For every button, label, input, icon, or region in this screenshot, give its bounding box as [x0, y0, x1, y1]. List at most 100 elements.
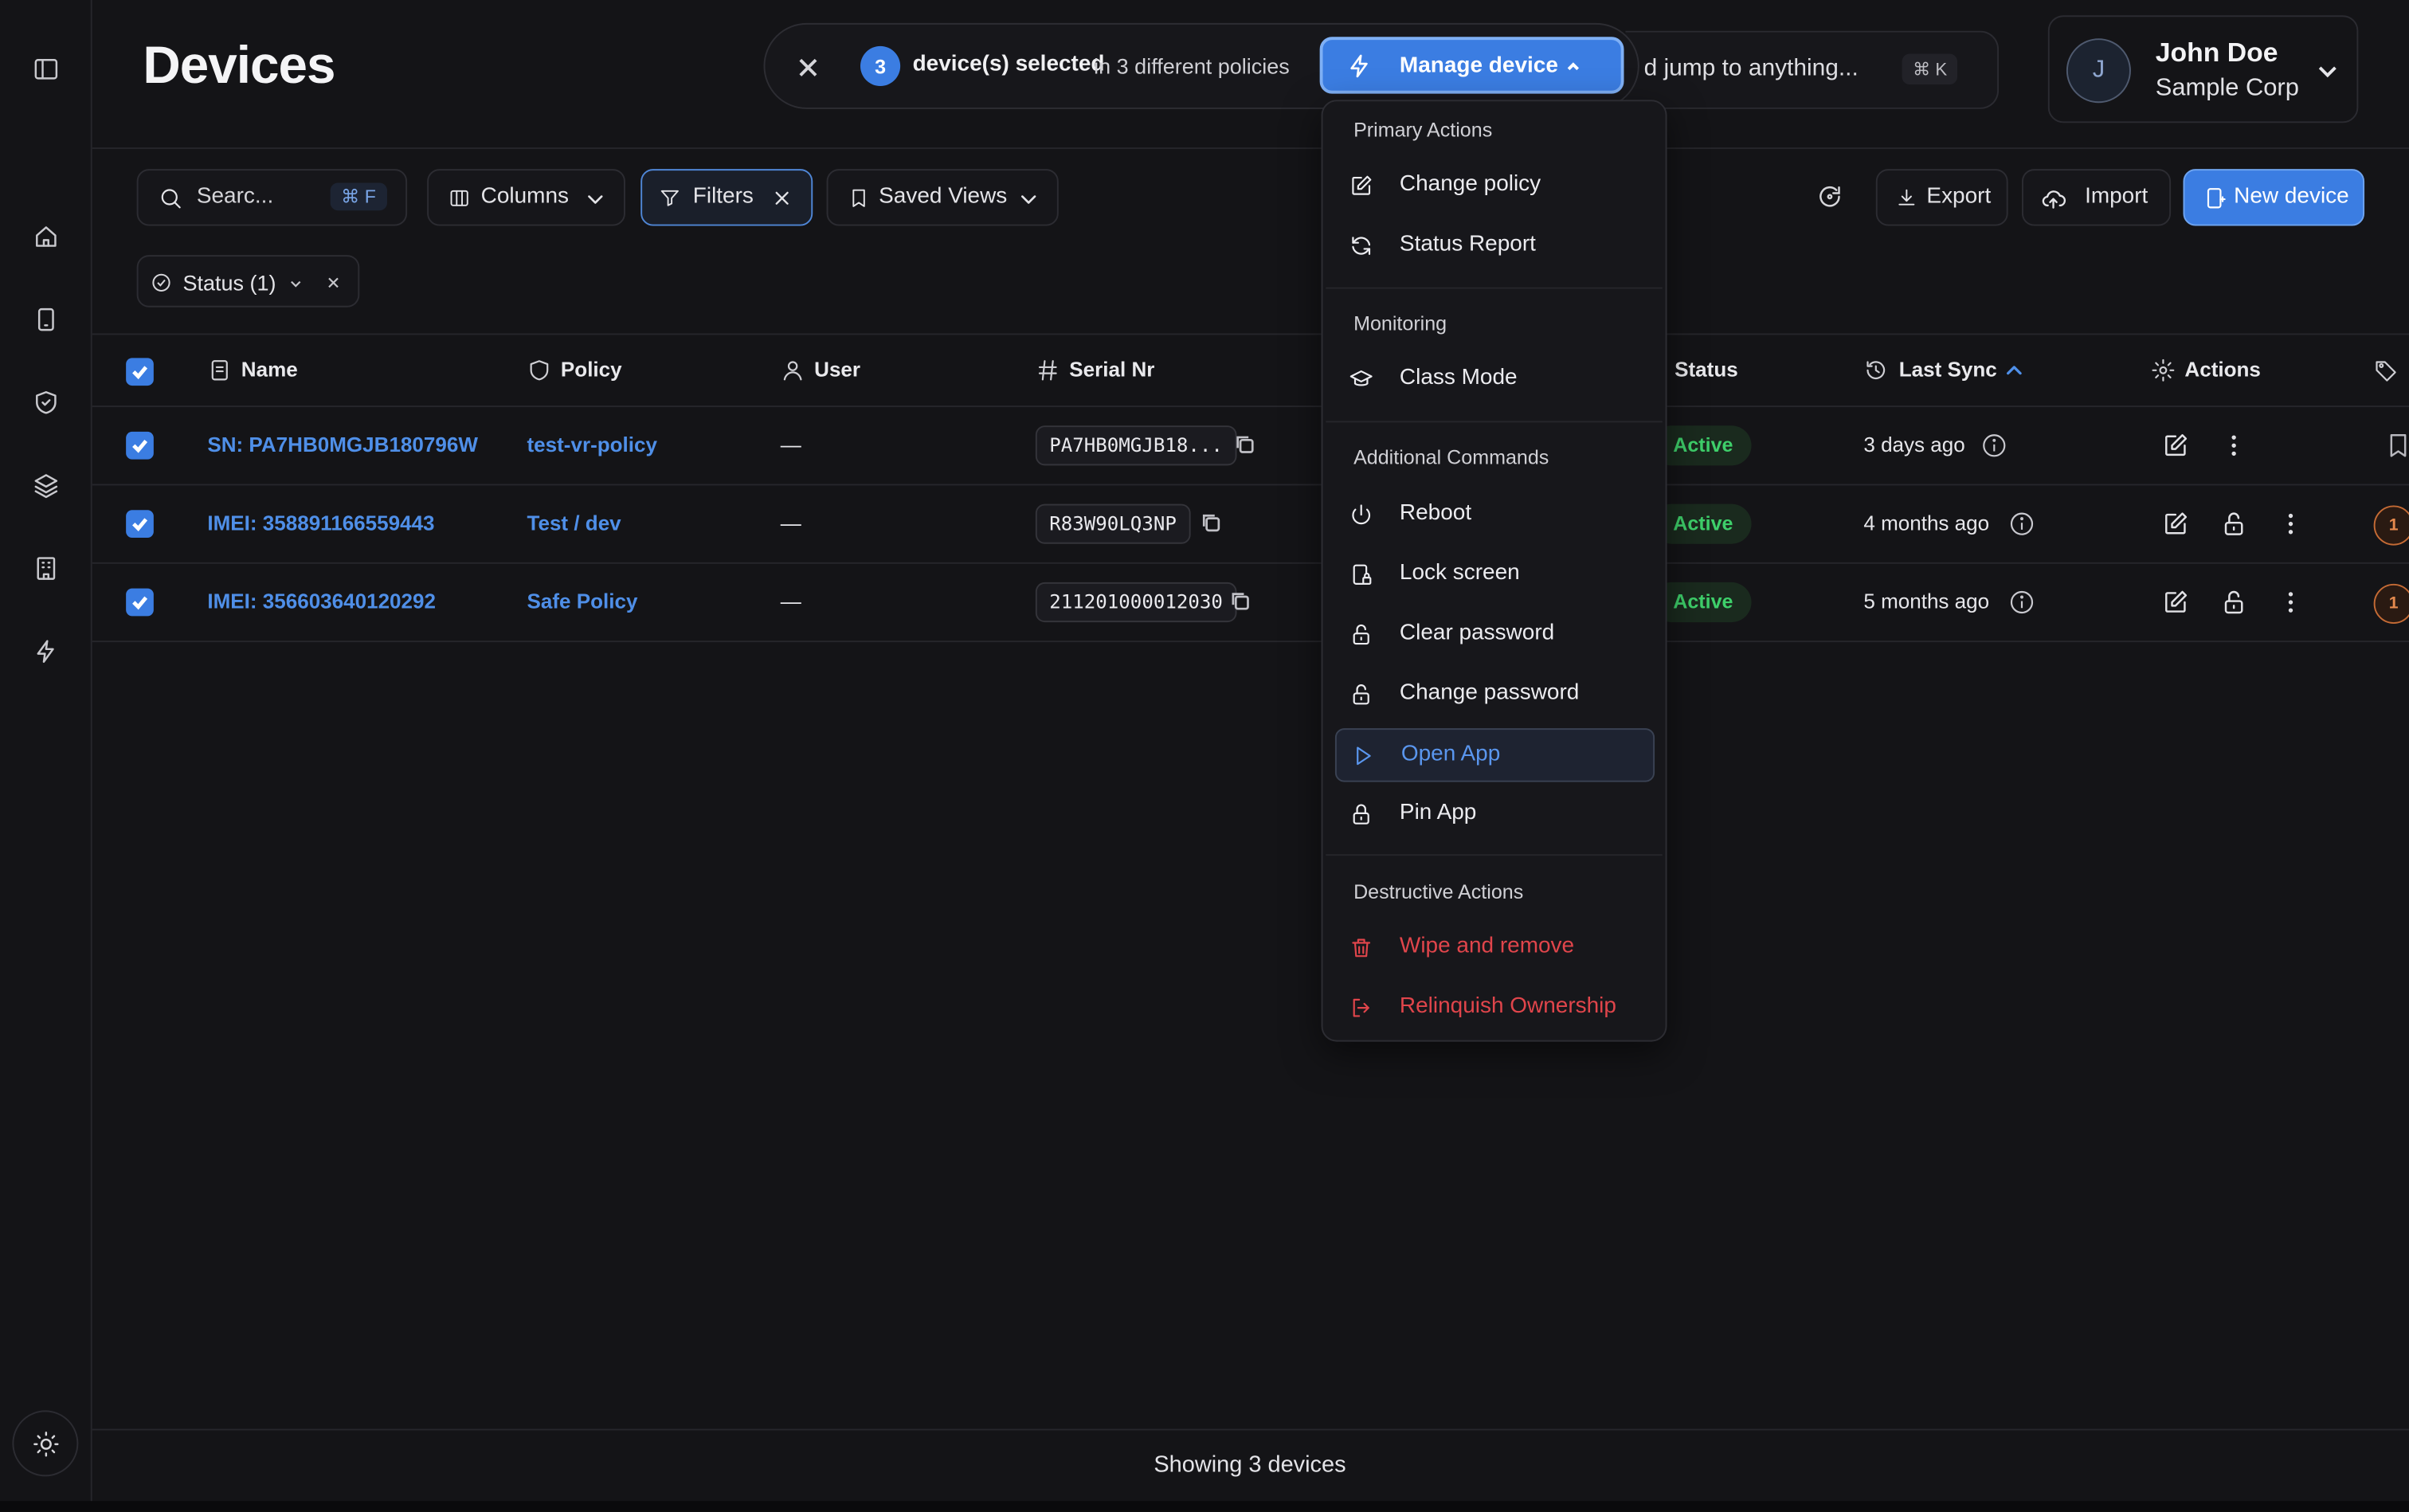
new-device-button[interactable]: New device	[2183, 169, 2365, 226]
menu-item-relinquish-ownership[interactable]: Relinquish Ownership	[1335, 981, 1655, 1036]
table-row[interactable]: SN: PA7HB0MGJB180796W test-vr-policy — P…	[92, 407, 2409, 486]
column-header-name[interactable]: Name	[241, 358, 298, 381]
column-header-status[interactable]: Status	[1675, 358, 1738, 381]
menu-item-label: Change policy	[1399, 171, 1541, 197]
status-filter-chip[interactable]: Status (1)	[136, 255, 360, 307]
user-menu[interactable]: J John Doe Sample Corp	[2047, 15, 2359, 123]
search-input[interactable]: Searc... ⌘ F	[136, 169, 408, 226]
more-vertical-icon[interactable]	[2220, 432, 2248, 460]
footer-count-text: Showing 3 devices	[1154, 1451, 1346, 1479]
filters-button[interactable]: Filters	[640, 169, 813, 226]
policy-link[interactable]: Safe Policy	[527, 590, 637, 613]
table-row[interactable]: IMEI: 356603640120292 Safe Policy — 2112…	[92, 564, 2409, 643]
lightning-icon	[1346, 53, 1373, 80]
selected-policies-text: in 3 different policies	[1094, 53, 1290, 79]
saved-views-button[interactable]: Saved Views	[826, 169, 1059, 226]
chevron-down-icon[interactable]	[289, 276, 303, 290]
footer-divider	[92, 1428, 2409, 1431]
command-search[interactable]: d jump to anything... ⌘ K	[1625, 30, 2000, 109]
column-header-user[interactable]: User	[814, 358, 860, 381]
menu-item-open-app[interactable]: Open App	[1334, 728, 1655, 782]
lock-open-icon[interactable]	[2220, 510, 2248, 538]
policy-link[interactable]: Test / dev	[527, 511, 621, 535]
info-icon[interactable]	[2008, 589, 2036, 617]
lightning-icon[interactable]	[28, 633, 65, 670]
sort-ascending-chevron-up-icon[interactable]	[2002, 358, 2027, 382]
edit-icon[interactable]	[2161, 510, 2189, 538]
command-search-shortcut: ⌘ K	[1902, 53, 1958, 85]
avatar: J	[2066, 38, 2131, 104]
user-name: John Doe	[2155, 37, 2278, 68]
menu-item-wipe-and-remove[interactable]: Wipe and remove	[1335, 922, 1655, 976]
info-icon[interactable]	[1980, 432, 2008, 460]
clear-filters-close-icon[interactable]	[774, 190, 789, 206]
menu-divider	[1326, 854, 1663, 856]
column-header-last-sync[interactable]: Last Sync	[1899, 358, 1997, 381]
gear-icon	[2151, 358, 2176, 382]
menu-item-reboot[interactable]: Reboot	[1335, 488, 1655, 542]
lock-open-icon[interactable]	[2220, 589, 2248, 617]
menu-item-status-report[interactable]: Status Report	[1335, 220, 1655, 273]
manage-device-button[interactable]: Manage device	[1319, 37, 1624, 94]
shield-icon[interactable]	[28, 384, 65, 421]
device-name-link[interactable]: IMEI: 356603640120292	[207, 590, 436, 613]
copy-icon[interactable]	[1234, 433, 1255, 455]
menu-item-change-policy[interactable]: Change policy	[1335, 160, 1655, 213]
file-icon	[207, 358, 232, 382]
play-icon	[1350, 743, 1375, 768]
more-vertical-icon[interactable]	[2277, 589, 2305, 617]
row-checkbox[interactable]	[126, 510, 154, 538]
more-vertical-icon[interactable]	[2277, 510, 2305, 538]
menu-item-pin-app[interactable]: Pin App	[1335, 788, 1655, 841]
policy-link[interactable]: test-vr-policy	[527, 433, 657, 456]
column-header-serial[interactable]: Serial Nr	[1069, 358, 1154, 381]
copy-icon[interactable]	[1200, 511, 1221, 533]
search-icon	[161, 189, 181, 209]
device-name-link[interactable]: SN: PA7HB0MGJB180796W	[207, 433, 478, 456]
menu-section-destructive: Destructive Actions	[1353, 880, 1524, 903]
select-all-checkbox[interactable]	[126, 358, 154, 386]
import-button[interactable]: Import	[2021, 169, 2172, 226]
chevron-down-icon	[1021, 195, 1036, 204]
device-name-link[interactable]: IMEI: 358891166559443	[207, 511, 434, 535]
menu-item-clear-password[interactable]: Clear password	[1335, 609, 1655, 662]
refresh-icon[interactable]	[1816, 182, 1847, 213]
table-row[interactable]: IMEI: 358891166559443 Test / dev — R83W9…	[92, 485, 2409, 564]
copy-icon[interactable]	[1229, 590, 1251, 612]
refresh-icon	[1349, 233, 1373, 258]
clear-selection-close-icon[interactable]	[789, 49, 826, 86]
menu-item-class-mode[interactable]: Class Mode	[1335, 354, 1655, 407]
info-icon[interactable]	[2008, 510, 2036, 538]
page-title: Devices	[143, 37, 335, 96]
user-cell: —	[780, 590, 801, 613]
home-icon[interactable]	[28, 218, 65, 255]
layers-icon[interactable]	[28, 467, 65, 503]
menu-item-label: Class Mode	[1399, 365, 1518, 390]
export-label: Export	[1926, 184, 1992, 210]
row-checkbox[interactable]	[126, 431, 154, 460]
tag-count-badge[interactable]: 1	[2373, 583, 2409, 624]
selected-label: device(s) selected	[912, 52, 1105, 77]
device-icon[interactable]	[28, 301, 65, 338]
menu-item-lock-screen[interactable]: Lock screen	[1335, 548, 1655, 601]
remove-filter-close-icon[interactable]	[327, 276, 339, 288]
column-header-policy[interactable]: Policy	[561, 358, 622, 381]
toggle-sidebar-icon[interactable]	[28, 51, 65, 88]
filters-label: Filters	[692, 184, 754, 210]
manage-device-menu: Primary Actions Change policy Status Rep…	[1321, 100, 1667, 1042]
menu-item-label: Pin App	[1399, 800, 1477, 825]
columns-button[interactable]: Columns	[427, 169, 625, 226]
edit-icon[interactable]	[2161, 432, 2189, 460]
menu-item-change-password[interactable]: Change password	[1335, 668, 1655, 722]
user-org: Sample Corp	[2155, 75, 2299, 102]
export-button[interactable]: Export	[1875, 169, 2008, 226]
user-cell: —	[780, 433, 801, 456]
status-filter-label: Status (1)	[182, 270, 276, 296]
tag-count-badge[interactable]: 1	[2373, 505, 2409, 546]
edit-icon[interactable]	[2161, 589, 2189, 617]
building-icon[interactable]	[28, 550, 65, 586]
row-checkbox[interactable]	[126, 588, 154, 617]
header-divider	[92, 147, 2409, 150]
theme-toggle-sun-icon[interactable]	[12, 1410, 79, 1477]
tag-icon[interactable]	[2374, 358, 2399, 382]
